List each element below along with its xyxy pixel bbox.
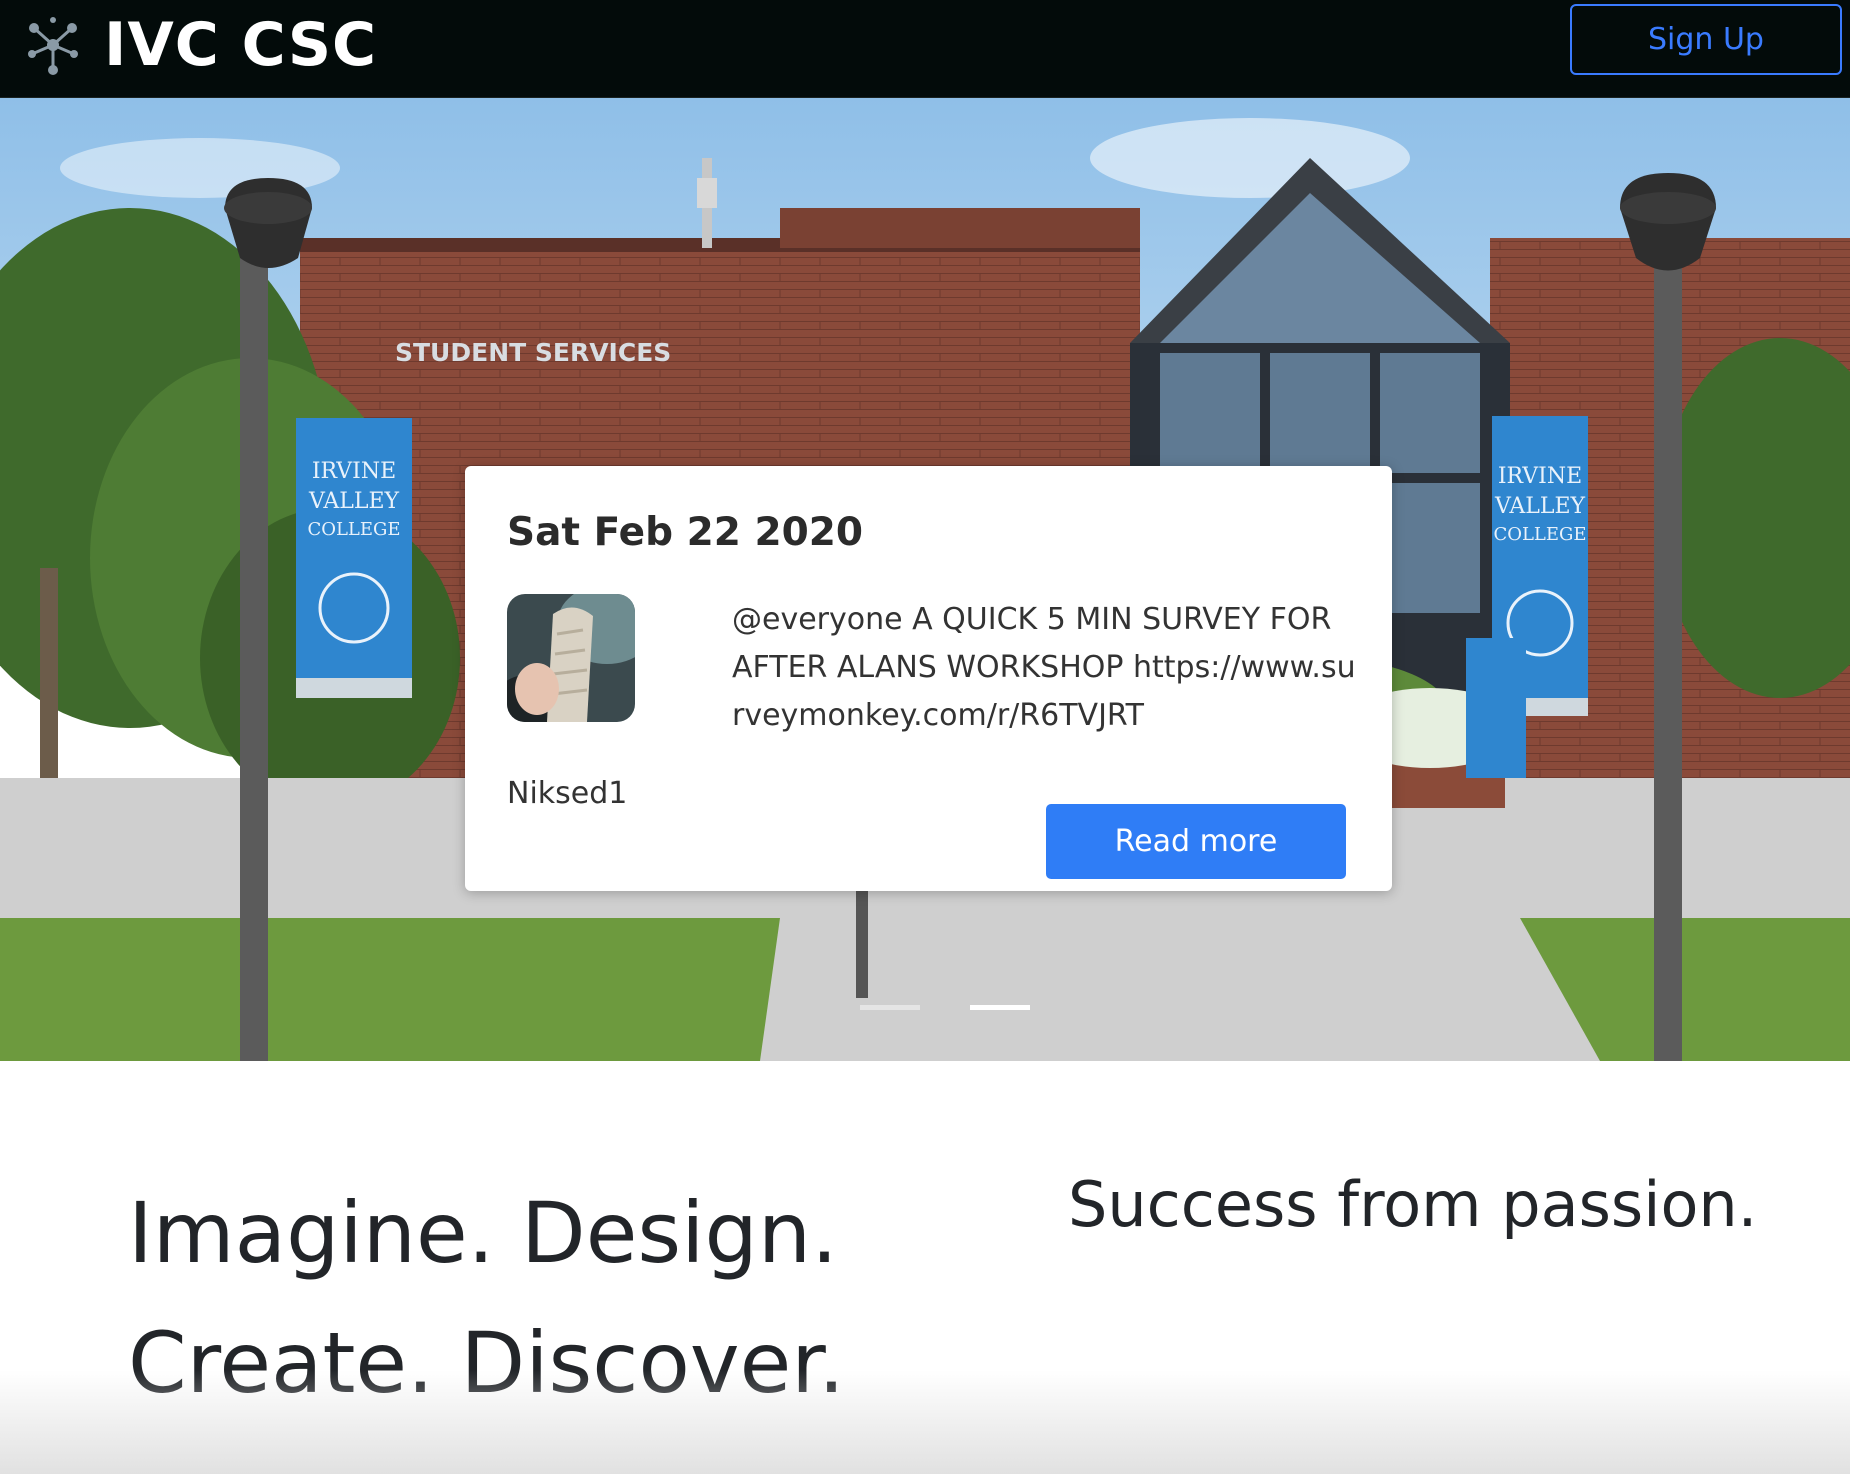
- carousel-indicator-active[interactable]: [970, 1005, 1030, 1010]
- svg-text:VALLEY: VALLEY: [308, 489, 400, 514]
- bottom-fade: [0, 1370, 1850, 1474]
- molecule-network-icon: [28, 17, 78, 75]
- carousel-indicator[interactable]: [860, 1005, 920, 1010]
- svg-text:COLLEGE: COLLEGE: [307, 519, 400, 540]
- brand[interactable]: IVC CSC: [22, 10, 377, 80]
- author-avatar: [507, 594, 635, 722]
- read-more-button[interactable]: Read more: [1046, 804, 1346, 879]
- svg-text:COLLEGE: COLLEGE: [1493, 524, 1586, 545]
- tagline-line-1: Imagine. Design.: [128, 1184, 838, 1282]
- svg-text:IRVINE: IRVINE: [1498, 464, 1582, 489]
- announcement-message: @everyone A QUICK 5 MIN SURVEY FOR AFTER…: [732, 602, 1356, 733]
- announcement-card: Sat Feb 22 2020 Niksed1 @everyone A QUIC…: [465, 466, 1392, 891]
- hero-carousel: STUDENT SERVICES IRVINE VALLEY COLLEGE I…: [0, 98, 1850, 1061]
- carousel-indicators: [0, 1005, 1850, 1013]
- top-navbar: IVC CSC Sign Up: [0, 0, 1850, 98]
- tagline-right: Success from passion.: [1068, 1168, 1758, 1241]
- announcement-date: Sat Feb 22 2020: [507, 510, 864, 555]
- brand-title: IVC CSC: [104, 10, 378, 80]
- author-name: Niksed1: [507, 776, 628, 811]
- sign-up-button[interactable]: Sign Up: [1570, 4, 1842, 75]
- svg-text:VALLEY: VALLEY: [1494, 494, 1586, 519]
- svg-text:IRVINE: IRVINE: [312, 459, 396, 484]
- building-sign: STUDENT SERVICES: [395, 338, 671, 367]
